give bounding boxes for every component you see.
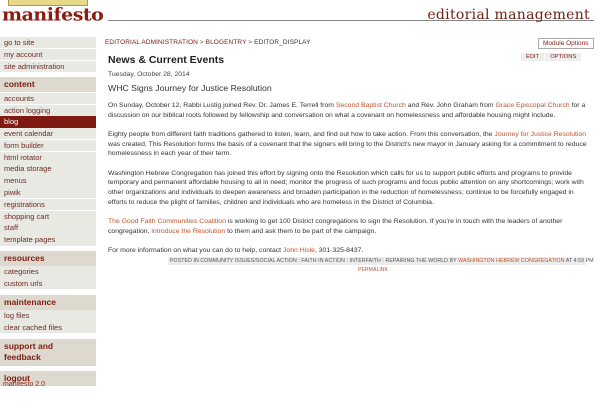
author-link[interactable]: WASHINGTON HEBREW CONGREGATION: [458, 258, 564, 264]
nav-blog[interactable]: blog: [0, 116, 96, 128]
paragraph: Eighty people from different faith tradi…: [108, 131, 587, 158]
paragraph: For more information on what you can do …: [108, 247, 364, 255]
nav-shopping-cart[interactable]: shopping cart: [0, 210, 96, 222]
edit-button[interactable]: EDIT: [521, 53, 545, 61]
nav-heading-resources: resources: [0, 250, 96, 266]
logo[interactable]: manifesto: [2, 5, 104, 25]
module-options-button[interactable]: Module Options: [538, 38, 594, 49]
link-introduce-resolution[interactable]: introduce the Resolution: [151, 228, 225, 235]
nav-my-account[interactable]: my account: [0, 48, 96, 61]
version-label: manifesto 2.0: [3, 381, 46, 388]
link-john-hisle[interactable]: John Hisle: [283, 247, 315, 254]
nav-form-builder[interactable]: form builder: [0, 139, 96, 152]
link-second-baptist[interactable]: Second Baptist Church: [336, 102, 406, 109]
nav-piwik[interactable]: piwik: [0, 186, 96, 199]
post-date: Tuesday, October 28, 2014: [108, 71, 190, 78]
nav-template-pages[interactable]: template pages: [0, 234, 96, 246]
nav-site-administration[interactable]: site administration: [0, 60, 96, 72]
page-title: News & Current Events: [108, 54, 225, 66]
nav-accounts[interactable]: accounts: [0, 92, 96, 105]
entry-actions: EDIT OPTIONS: [521, 53, 582, 61]
nav-event-calendar[interactable]: event calendar: [0, 128, 96, 140]
nav-heading-content: content: [0, 77, 96, 93]
link-journey-resolution[interactable]: Journey for Justice Resolution: [494, 131, 586, 138]
nav-staff[interactable]: staff: [0, 222, 96, 234]
nav-html-rotator[interactable]: html rotator: [0, 151, 96, 164]
app-title: editorial management: [427, 7, 590, 23]
breadcrumb-item[interactable]: BLOGENTRY: [206, 39, 247, 46]
nav-clear-cached-files[interactable]: clear cached files: [0, 322, 96, 334]
nav-registrations[interactable]: registrations: [0, 198, 96, 211]
nav-go-to-site[interactable]: go to site: [0, 37, 96, 49]
nav-log-files[interactable]: log files: [0, 310, 96, 322]
breadcrumb: EDITORIAL ADMINISTRATION > BLOGENTRY > E…: [105, 39, 311, 46]
nav-action-logging[interactable]: action logging: [0, 104, 96, 116]
header: manifesto editorial management: [0, 0, 600, 28]
paragraph: Washington Hebrew Congregation has joine…: [108, 169, 584, 206]
post-meta: POSTED IN COMMUNITY ISSUES/SOCIAL ACTION…: [168, 257, 594, 265]
nav-categories[interactable]: categories: [0, 266, 96, 278]
nav-menus[interactable]: menus: [0, 175, 96, 187]
breadcrumb-current: EDITOR_DISPLAY: [254, 39, 311, 46]
nav-media-storage[interactable]: media storage: [0, 163, 96, 175]
nav-custom-urls[interactable]: custom urls: [0, 278, 96, 290]
link-good-faith-coalition[interactable]: The Good Faith Communities Coalition: [108, 218, 226, 225]
article-body: On Sunday, October 12, Rabbi Lustig join…: [108, 101, 593, 265]
story-title: WHC Signs Journey for Justice Resolution: [108, 83, 272, 93]
sidebar: go to site my account site administratio…: [0, 37, 96, 387]
paragraph: The Good Faith Communities Coalition is …: [108, 218, 563, 235]
breadcrumb-item[interactable]: EDITORIAL ADMINISTRATION: [105, 39, 198, 46]
nav-heading-maintenance: maintenance: [0, 294, 96, 310]
options-button[interactable]: OPTIONS: [545, 53, 582, 61]
permalink-link[interactable]: PERMALINK: [358, 267, 388, 273]
paragraph: On Sunday, October 12, Rabbi Lustig join…: [108, 102, 586, 119]
link-grace-episcopal[interactable]: Grace Episcopal Church: [496, 102, 570, 109]
nav-support-and-feedback[interactable]: support and feedback: [0, 338, 96, 366]
